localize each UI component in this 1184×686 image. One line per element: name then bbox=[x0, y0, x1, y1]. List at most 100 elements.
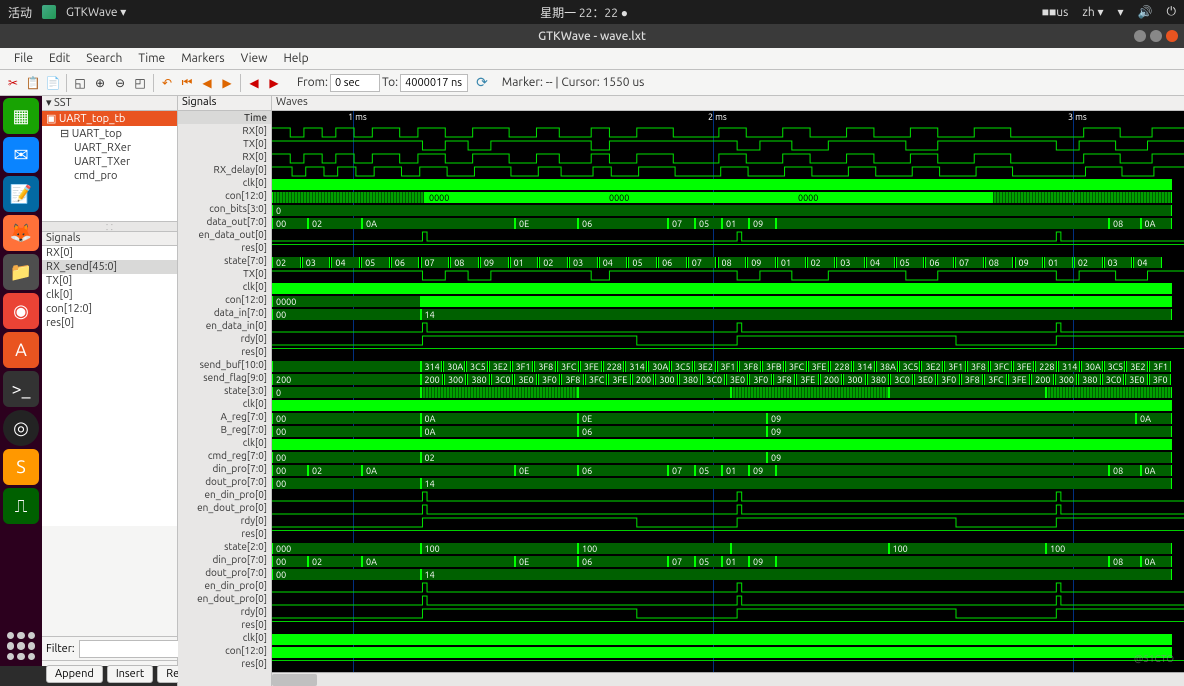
zoom-in-icon[interactable]: ⊕ bbox=[91, 74, 109, 92]
signal-name-row[interactable]: res[0] bbox=[178, 657, 271, 670]
signals-list[interactable]: RX[0]RX_send[45:0]TX[0]clk[0]con[12:0]re… bbox=[42, 246, 177, 526]
signal-name-row[interactable]: en_din_pro[0] bbox=[178, 579, 271, 592]
signal-name-row[interactable]: res[0] bbox=[178, 241, 271, 254]
sst-resize-handle[interactable]: ⸬ bbox=[42, 221, 177, 231]
signal-name-row[interactable]: rdy[0] bbox=[178, 605, 271, 618]
launcher-obs-icon[interactable]: ◎ bbox=[3, 410, 39, 446]
sst-tree[interactable]: ▣ UART_top_tb⊟ UART_topUART_RXerUART_TXe… bbox=[42, 111, 177, 221]
cut-icon[interactable]: ✂ bbox=[4, 74, 22, 92]
app-menu[interactable]: GTKWave ▾ bbox=[66, 5, 126, 19]
launcher-sublime-icon[interactable]: S bbox=[3, 449, 39, 485]
signal-list-item[interactable]: res[0] bbox=[42, 316, 177, 330]
signal-list-item[interactable]: clk[0] bbox=[42, 288, 177, 302]
nav-back-icon[interactable]: ↶ bbox=[158, 74, 176, 92]
launcher-files-icon[interactable]: 📁 bbox=[3, 254, 39, 290]
signal-list-item[interactable]: TX[0] bbox=[42, 274, 177, 288]
go-start-icon[interactable]: ⏮ bbox=[178, 74, 196, 92]
tree-node[interactable]: ⊟ UART_top bbox=[42, 126, 177, 141]
launcher-writer-icon[interactable]: 📝 bbox=[3, 176, 39, 212]
menu-file[interactable]: File bbox=[6, 52, 41, 65]
ime-indicator[interactable]: ■■us bbox=[1042, 5, 1069, 19]
signal-list-item[interactable]: RX[0] bbox=[42, 246, 177, 260]
signal-name-row[interactable]: res[0] bbox=[178, 618, 271, 631]
tree-node[interactable]: UART_RXer bbox=[42, 141, 177, 155]
signal-name-row[interactable]: en_data_out[0] bbox=[178, 228, 271, 241]
reload-icon[interactable]: ⟳ bbox=[476, 74, 488, 91]
clock[interactable]: 星期一 22：22 ● bbox=[126, 4, 1041, 21]
signal-name-row[interactable]: en_din_pro[0] bbox=[178, 488, 271, 501]
signal-name-row[interactable]: en_data_in[0] bbox=[178, 319, 271, 332]
tree-node[interactable]: UART_TXer bbox=[42, 155, 177, 169]
signal-name-row[interactable]: cmd_reg[7:0] bbox=[178, 449, 271, 462]
signal-name-row[interactable]: dout_pro[7:0] bbox=[178, 566, 271, 579]
signal-name-row[interactable]: clk[0] bbox=[178, 280, 271, 293]
signal-name-row[interactable]: con[12:0] bbox=[178, 189, 271, 202]
go-next-icon[interactable]: ▶ bbox=[218, 74, 236, 92]
signal-name-row[interactable]: din_pro[7:0] bbox=[178, 462, 271, 475]
menu-time[interactable]: Time bbox=[130, 52, 173, 65]
signal-name-row[interactable]: res[0] bbox=[178, 527, 271, 540]
zoom-out-icon[interactable]: ⊖ bbox=[111, 74, 129, 92]
network-icon[interactable]: ▾ bbox=[1118, 5, 1124, 19]
signal-name-row[interactable]: rdy[0] bbox=[178, 514, 271, 527]
power-icon[interactable]: ⏻ bbox=[1167, 5, 1177, 19]
menu-search[interactable]: Search bbox=[78, 52, 130, 65]
signal-name-row[interactable]: state[7:0] bbox=[178, 254, 271, 267]
activities-button[interactable]: 活动 bbox=[8, 4, 32, 21]
signal-name-row[interactable]: state[3:0] bbox=[178, 384, 271, 397]
find-next-icon[interactable]: ▶ bbox=[265, 74, 283, 92]
zoom-fit-icon[interactable]: ◱ bbox=[71, 74, 89, 92]
signal-name-row[interactable]: rdy[0] bbox=[178, 332, 271, 345]
signal-name-row[interactable]: clk[0] bbox=[178, 176, 271, 189]
signal-list-item[interactable]: con[12:0] bbox=[42, 302, 177, 316]
menu-edit[interactable]: Edit bbox=[41, 52, 78, 65]
find-prev-icon[interactable]: ◀ bbox=[245, 74, 263, 92]
menu-view[interactable]: View bbox=[233, 52, 276, 65]
signal-name-row[interactable]: en_dout_pro[0] bbox=[178, 592, 271, 605]
signal-name-row[interactable]: RX[0] bbox=[178, 124, 271, 137]
signal-name-row[interactable]: clk[0] bbox=[178, 631, 271, 644]
signal-name-row[interactable]: din_pro[7:0] bbox=[178, 553, 271, 566]
menu-markers[interactable]: Markers bbox=[173, 52, 232, 65]
tree-node[interactable]: ▣ UART_top_tb bbox=[42, 111, 177, 126]
wave-hscrollbar[interactable] bbox=[272, 672, 1184, 686]
signal-name-row[interactable]: A_reg[7:0] bbox=[178, 410, 271, 423]
from-input[interactable] bbox=[330, 74, 380, 92]
signal-name-row[interactable]: dout_pro[7:0] bbox=[178, 475, 271, 488]
launcher-firefox-icon[interactable]: 🦊 bbox=[3, 215, 39, 251]
signal-name-row[interactable]: data_in[7:0] bbox=[178, 306, 271, 319]
signal-name-row[interactable]: con[12:0] bbox=[178, 644, 271, 657]
launcher-apps-button[interactable] bbox=[7, 632, 35, 660]
copy-icon[interactable]: 📋 bbox=[24, 74, 42, 92]
paste-icon[interactable]: 📄 bbox=[44, 74, 62, 92]
signal-names-list[interactable]: TimeRX[0]TX[0]RX[0]RX_delay[0]clk[0]con[… bbox=[178, 111, 271, 686]
signal-name-row[interactable]: send_buf[10:0] bbox=[178, 358, 271, 371]
minimize-button[interactable] bbox=[1134, 30, 1146, 42]
menu-help[interactable]: Help bbox=[275, 52, 316, 65]
wave-canvas[interactable]: 1 ms2 ms3 ms000000000000000020A0E0607050… bbox=[272, 111, 1184, 672]
launcher-software-icon[interactable]: A bbox=[3, 332, 39, 368]
signal-name-row[interactable]: B_reg[7:0] bbox=[178, 423, 271, 436]
signal-name-row[interactable]: en_dout_pro[0] bbox=[178, 501, 271, 514]
launcher-terminal-icon[interactable]: >_ bbox=[3, 371, 39, 407]
append-button[interactable]: Append bbox=[46, 665, 103, 683]
signal-name-row[interactable]: state[2:0] bbox=[178, 540, 271, 553]
signal-name-row[interactable]: clk[0] bbox=[178, 397, 271, 410]
volume-icon[interactable]: 🔊 bbox=[1138, 5, 1153, 19]
signal-name-row[interactable]: res[0] bbox=[178, 345, 271, 358]
signal-name-row[interactable]: con[12:0] bbox=[178, 293, 271, 306]
signal-list-item[interactable]: RX_send[45:0] bbox=[42, 260, 177, 274]
tree-node[interactable]: cmd_pro bbox=[42, 169, 177, 183]
launcher-chrome-icon[interactable]: ◉ bbox=[3, 293, 39, 329]
maximize-button[interactable] bbox=[1150, 30, 1162, 42]
close-button[interactable] bbox=[1166, 30, 1178, 42]
to-input[interactable] bbox=[400, 74, 468, 92]
launcher-thunderbird-icon[interactable]: ✉ bbox=[3, 137, 39, 173]
signal-name-row[interactable]: RX_delay[0] bbox=[178, 163, 271, 176]
signal-name-row[interactable]: clk[0] bbox=[178, 436, 271, 449]
launcher-calc-icon[interactable]: ▦ bbox=[3, 98, 39, 134]
signal-name-row[interactable]: RX[0] bbox=[178, 150, 271, 163]
launcher-gtkwave-icon[interactable]: ⎍ bbox=[3, 488, 39, 524]
zoom-full-icon[interactable]: ◰ bbox=[131, 74, 149, 92]
signal-name-row[interactable]: TX[0] bbox=[178, 137, 271, 150]
